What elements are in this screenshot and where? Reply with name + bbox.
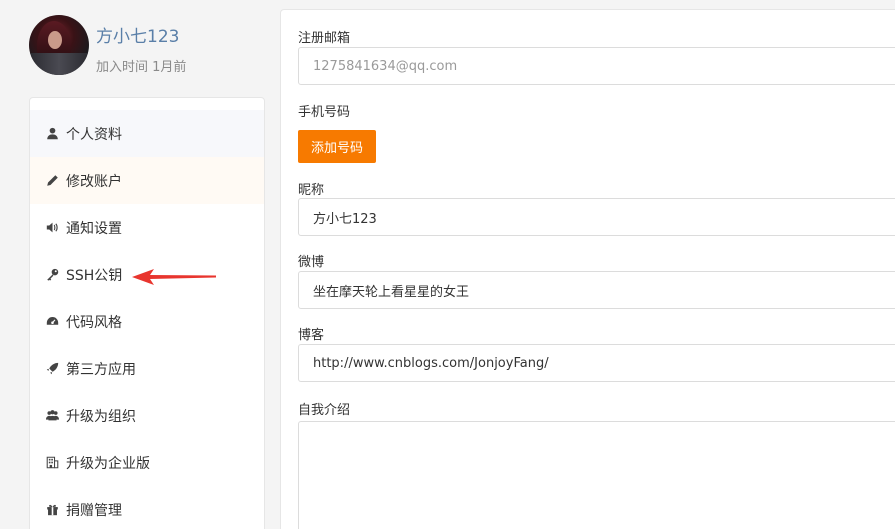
bio-textarea[interactable] <box>298 421 895 529</box>
sidebar-item-label: SSH公钥 <box>66 267 123 284</box>
sidebar-item-label: 个人资料 <box>66 126 122 143</box>
bio-label: 自我介绍 <box>298 403 351 418</box>
page: 方小七123 加入时间 1月前 个人资料 修改账户 通知设置 SSH公钥 代码风… <box>0 0 895 529</box>
profile-form: 注册邮箱 1275841634@qq.com 手机号码 添加号码 昵称 方小七1… <box>280 9 895 529</box>
weibo-label: 微博 <box>298 255 325 270</box>
dashboard-icon <box>44 314 60 330</box>
nickname-field[interactable]: 方小七123 <box>298 198 895 236</box>
annotation-arrow-icon <box>132 269 216 285</box>
email-label: 注册邮箱 <box>298 31 351 46</box>
sidebar-item-label: 代码风格 <box>66 314 122 331</box>
sidebar-item-label: 升级为组织 <box>66 408 136 425</box>
add-phone-button[interactable]: 添加号码 <box>298 130 377 163</box>
sidebar-item-label: 捐赠管理 <box>66 502 122 519</box>
sidebar-item-third-party-apps[interactable]: 第三方应用 <box>30 345 264 392</box>
sidebar-item-account[interactable]: 修改账户 <box>30 157 264 204</box>
gift-icon <box>44 502 60 518</box>
key-icon <box>44 267 60 283</box>
nickname-label: 昵称 <box>298 183 325 198</box>
email-field[interactable]: 1275841634@qq.com <box>298 47 895 85</box>
sidebar-item-upgrade-org[interactable]: 升级为组织 <box>30 392 264 439</box>
sidebar-item-label: 通知设置 <box>66 220 122 237</box>
volume-icon <box>44 220 60 236</box>
blog-label: 博客 <box>298 328 325 343</box>
sidebar-item-profile[interactable]: 个人资料 <box>30 110 264 157</box>
sidebar-item-code-style[interactable]: 代码风格 <box>30 298 264 345</box>
blog-field[interactable]: http://www.cnblogs.com/JonjoyFang/ <box>298 344 895 382</box>
weibo-field[interactable]: 坐在摩天轮上看星星的女王 <box>298 271 895 309</box>
building-icon <box>44 455 60 471</box>
sidebar-item-label: 升级为企业版 <box>66 455 150 472</box>
sidebar-item-upgrade-enterprise[interactable]: 升级为企业版 <box>30 439 264 486</box>
join-time: 加入时间 1月前 <box>96 60 187 75</box>
sidebar-item-label: 第三方应用 <box>66 361 136 378</box>
sidebar-item-label: 修改账户 <box>66 173 122 190</box>
user-icon <box>44 126 60 142</box>
users-icon <box>44 408 60 424</box>
phone-label: 手机号码 <box>298 105 351 120</box>
settings-sidebar: 个人资料 修改账户 通知设置 SSH公钥 代码风格 第三方应用 升级为组织 升级… <box>29 97 265 529</box>
rocket-icon <box>44 361 60 377</box>
sidebar-item-donations[interactable]: 捐赠管理 <box>30 486 264 529</box>
avatar[interactable] <box>29 15 89 75</box>
pencil-icon <box>44 173 60 189</box>
username[interactable]: 方小七123 <box>96 22 179 47</box>
sidebar-item-notifications[interactable]: 通知设置 <box>30 204 264 251</box>
